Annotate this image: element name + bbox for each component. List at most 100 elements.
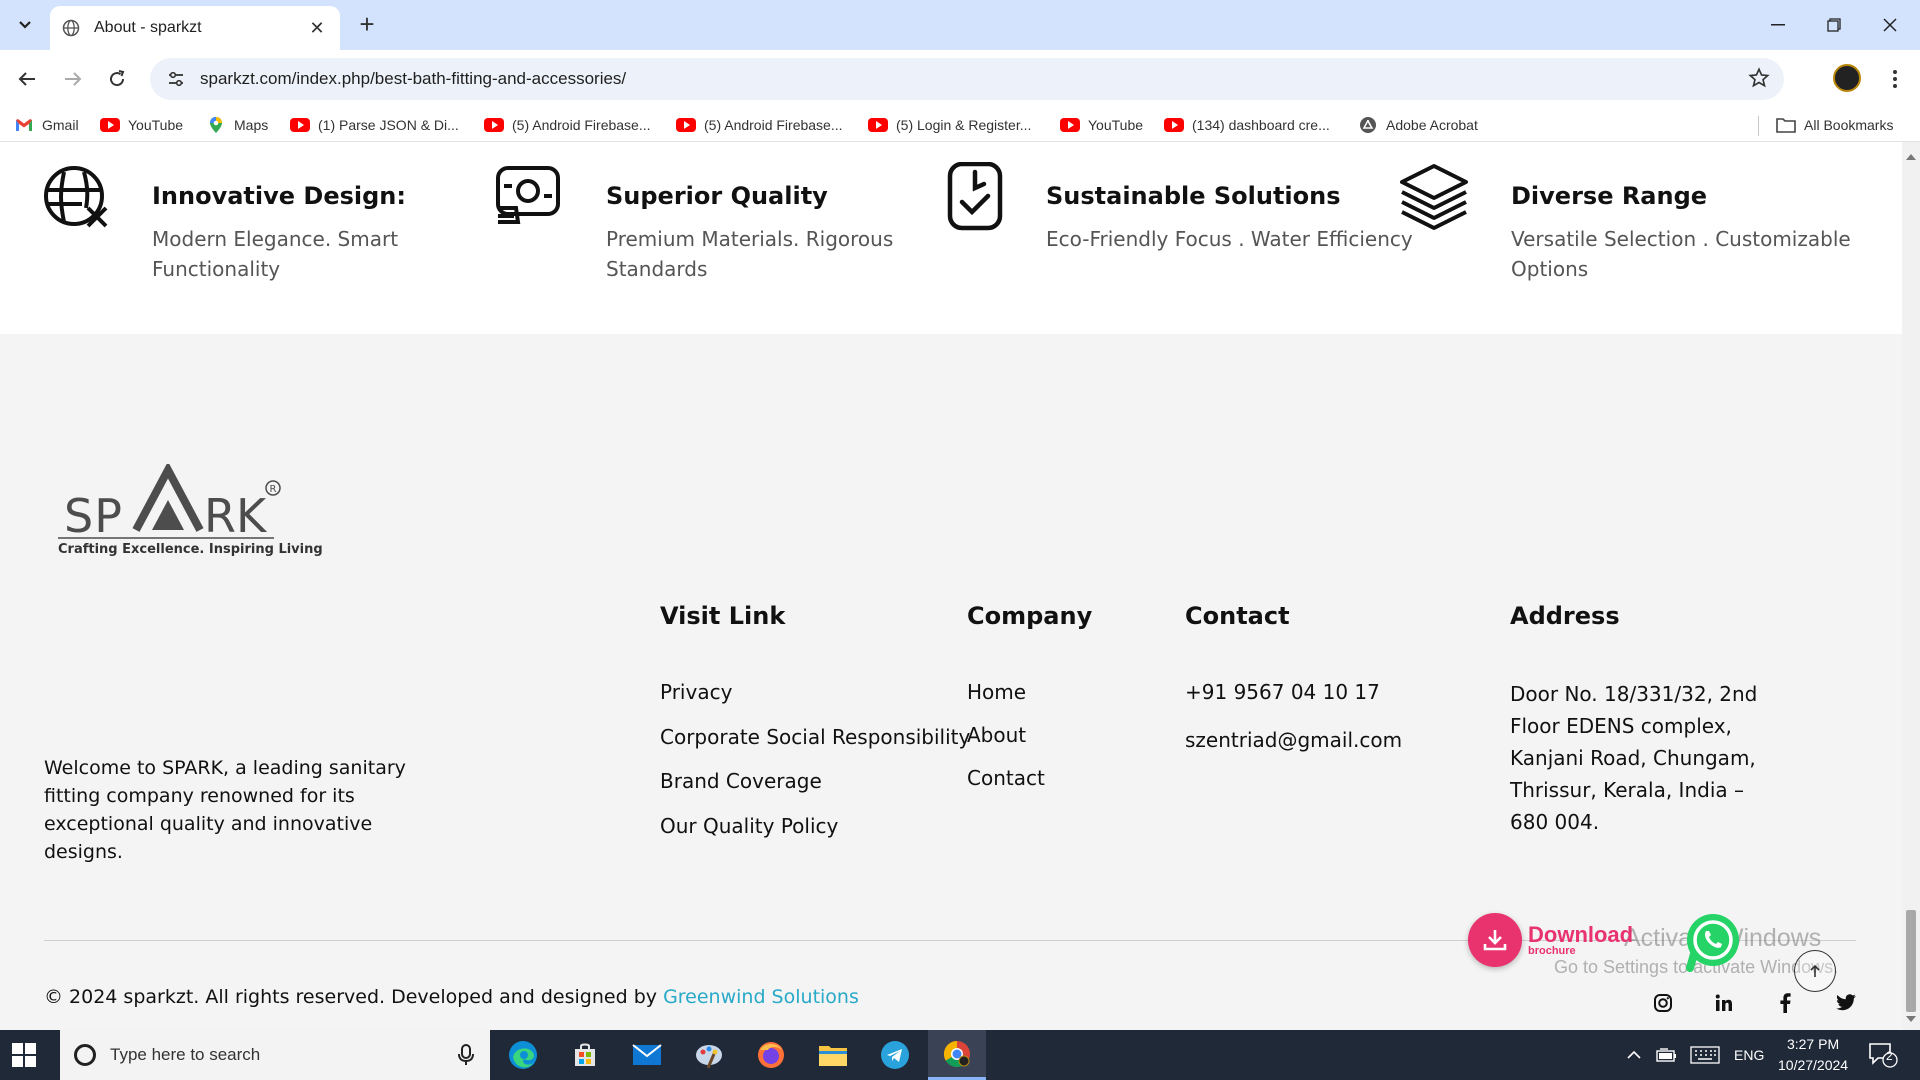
scroll-down-arrow[interactable]: [1906, 1016, 1916, 1022]
contact-email[interactable]: szentriad@gmail.com: [1185, 728, 1402, 752]
bookmark-item[interactable]: (5) Login & Register...: [868, 114, 1031, 136]
close-icon: [1883, 18, 1897, 32]
download-brochure-button[interactable]: Download brochure: [1468, 912, 1633, 968]
svg-text:SP: SP: [64, 489, 123, 543]
contact-phone[interactable]: +91 9567 04 10 17: [1185, 680, 1380, 704]
telegram-icon: [881, 1041, 909, 1069]
tray-language[interactable]: ENG: [1734, 1030, 1764, 1080]
windows-start-icon[interactable]: [12, 1043, 36, 1067]
profile-avatar[interactable]: [1833, 64, 1861, 92]
page-scrollbar[interactable]: [1902, 142, 1920, 1030]
copyright-text: © 2024 sparkzt. All rights reserved. Dev…: [44, 986, 859, 1008]
taskbar-firefox[interactable]: [742, 1030, 800, 1080]
bookmark-item[interactable]: (5) Android Firebase...: [484, 114, 651, 136]
layers-icon: [1400, 164, 1468, 230]
address-bar[interactable]: sparkzt.com/index.php/best-bath-fitting-…: [150, 58, 1784, 100]
developer-link[interactable]: Greenwind Solutions: [663, 986, 859, 1008]
restore-icon: [1827, 18, 1841, 32]
footer-link-quality-policy[interactable]: Our Quality Policy: [660, 814, 838, 838]
tray-show-hidden[interactable]: [1626, 1030, 1642, 1080]
firefox-icon: [758, 1042, 784, 1068]
edge-icon: [509, 1041, 537, 1069]
bookmark-star-icon[interactable]: [1748, 67, 1770, 89]
close-window-button[interactable]: [1862, 0, 1918, 50]
footer-link-about[interactable]: About: [967, 723, 1026, 747]
browser-menu-button[interactable]: [1880, 62, 1910, 96]
taskbar-chrome[interactable]: [928, 1030, 986, 1080]
bookmark-maps[interactable]: Maps: [206, 114, 268, 136]
gmail-icon: [14, 117, 34, 133]
close-tab-icon[interactable]: ✕: [306, 18, 328, 39]
linkedin-icon[interactable]: [1711, 990, 1737, 1016]
taskbar-mail[interactable]: [618, 1030, 676, 1080]
svg-text:R: R: [270, 484, 277, 495]
youtube-icon: [1164, 117, 1184, 133]
bookmark-item[interactable]: YouTube: [1060, 114, 1143, 136]
copyright-prefix: © 2024 sparkzt. All rights reserved. Dev…: [44, 986, 658, 1008]
footer-link-contact[interactable]: Contact: [967, 766, 1045, 790]
arrow-up-icon: [1810, 964, 1820, 977]
twitter-icon[interactable]: [1833, 990, 1859, 1016]
clock-check-icon: [947, 162, 1003, 231]
company-heading: Company: [967, 602, 1093, 630]
bookmark-item[interactable]: (134) dashboard cre...: [1164, 114, 1330, 136]
taskbar-search-box[interactable]: Type here to search: [60, 1030, 490, 1080]
taskbar-clock[interactable]: 3:27 PM 10/27/2024: [1778, 1034, 1848, 1076]
microphone-icon[interactable]: [458, 1044, 474, 1066]
back-button[interactable]: [10, 62, 44, 96]
forward-button[interactable]: [56, 62, 90, 96]
features-strip: Innovative Design: Modern Elegance. Smar…: [0, 142, 1902, 334]
search-icon: [74, 1044, 96, 1066]
whatsapp-icon[interactable]: [1682, 910, 1744, 972]
bookmark-item[interactable]: (1) Parse JSON & Di...: [290, 114, 459, 136]
bookmark-label: Maps: [234, 117, 269, 133]
facebook-icon[interactable]: [1772, 990, 1798, 1016]
tray-battery[interactable]: [1656, 1030, 1678, 1080]
footer-link-csr[interactable]: Corporate Social Responsibility: [660, 725, 970, 749]
quality-badge-icon: [496, 166, 560, 224]
folder-icon: [819, 1046, 847, 1066]
url-text: sparkzt.com/index.php/best-bath-fitting-…: [200, 69, 627, 88]
minimize-button[interactable]: [1750, 0, 1806, 50]
all-bookmarks-button[interactable]: All Bookmarks: [1776, 114, 1893, 136]
notification-center-button[interactable]: 2: [1868, 1030, 1898, 1080]
restore-button[interactable]: [1806, 0, 1862, 50]
taskbar-paint[interactable]: [680, 1030, 738, 1080]
bookmark-label: (5) Login & Register...: [896, 117, 1032, 133]
download-label: Download brochure: [1528, 923, 1633, 957]
reload-button[interactable]: [100, 62, 134, 96]
bookmark-label: YouTube: [128, 117, 184, 133]
scrollbar-thumb[interactable]: [1906, 910, 1916, 1012]
spark-logo[interactable]: SP RK R Crafting Excellence. Inspiring L…: [54, 461, 323, 574]
footer-link-privacy[interactable]: Privacy: [660, 680, 732, 704]
taskbar-store[interactable]: [556, 1030, 614, 1080]
taskbar-edge[interactable]: [494, 1030, 552, 1080]
youtube-icon: [290, 117, 310, 133]
tab-search-button[interactable]: [8, 8, 42, 42]
scroll-to-top-button[interactable]: [1794, 950, 1836, 992]
bookmark-item[interactable]: (5) Android Firebase...: [676, 114, 843, 136]
arrow-right-icon: [65, 72, 82, 86]
taskbar-telegram[interactable]: [866, 1030, 924, 1080]
tray-keyboard[interactable]: [1690, 1030, 1720, 1080]
tab-title: About - sparkzt: [94, 19, 202, 36]
address-text: Door No. 18/331/32, 2nd Floor EDENS comp…: [1510, 682, 1758, 834]
download-icon: [1468, 913, 1522, 967]
store-icon: [575, 1043, 595, 1066]
taskbar-file-explorer[interactable]: [804, 1030, 862, 1080]
youtube-icon: [868, 117, 888, 133]
footer-link-brand-coverage[interactable]: Brand Coverage: [660, 769, 822, 793]
scroll-up-arrow[interactable]: [1906, 154, 1916, 160]
reload-icon: [110, 70, 125, 87]
feature-description: Modern Elegance. Smart Functionality: [152, 227, 399, 281]
instagram-icon[interactable]: [1650, 990, 1676, 1016]
site-info-icon[interactable]: [164, 67, 188, 91]
notification-count: 2: [1886, 1049, 1893, 1063]
new-tab-button[interactable]: +: [352, 10, 382, 40]
bookmark-adobe-acrobat[interactable]: Adobe Acrobat: [1358, 114, 1478, 136]
paint-icon: [696, 1045, 722, 1069]
active-tab[interactable]: About - sparkzt ✕: [50, 6, 340, 50]
bookmark-gmail[interactable]: Gmail: [14, 114, 79, 136]
bookmark-youtube[interactable]: YouTube: [100, 114, 183, 136]
footer-link-home[interactable]: Home: [967, 680, 1026, 704]
